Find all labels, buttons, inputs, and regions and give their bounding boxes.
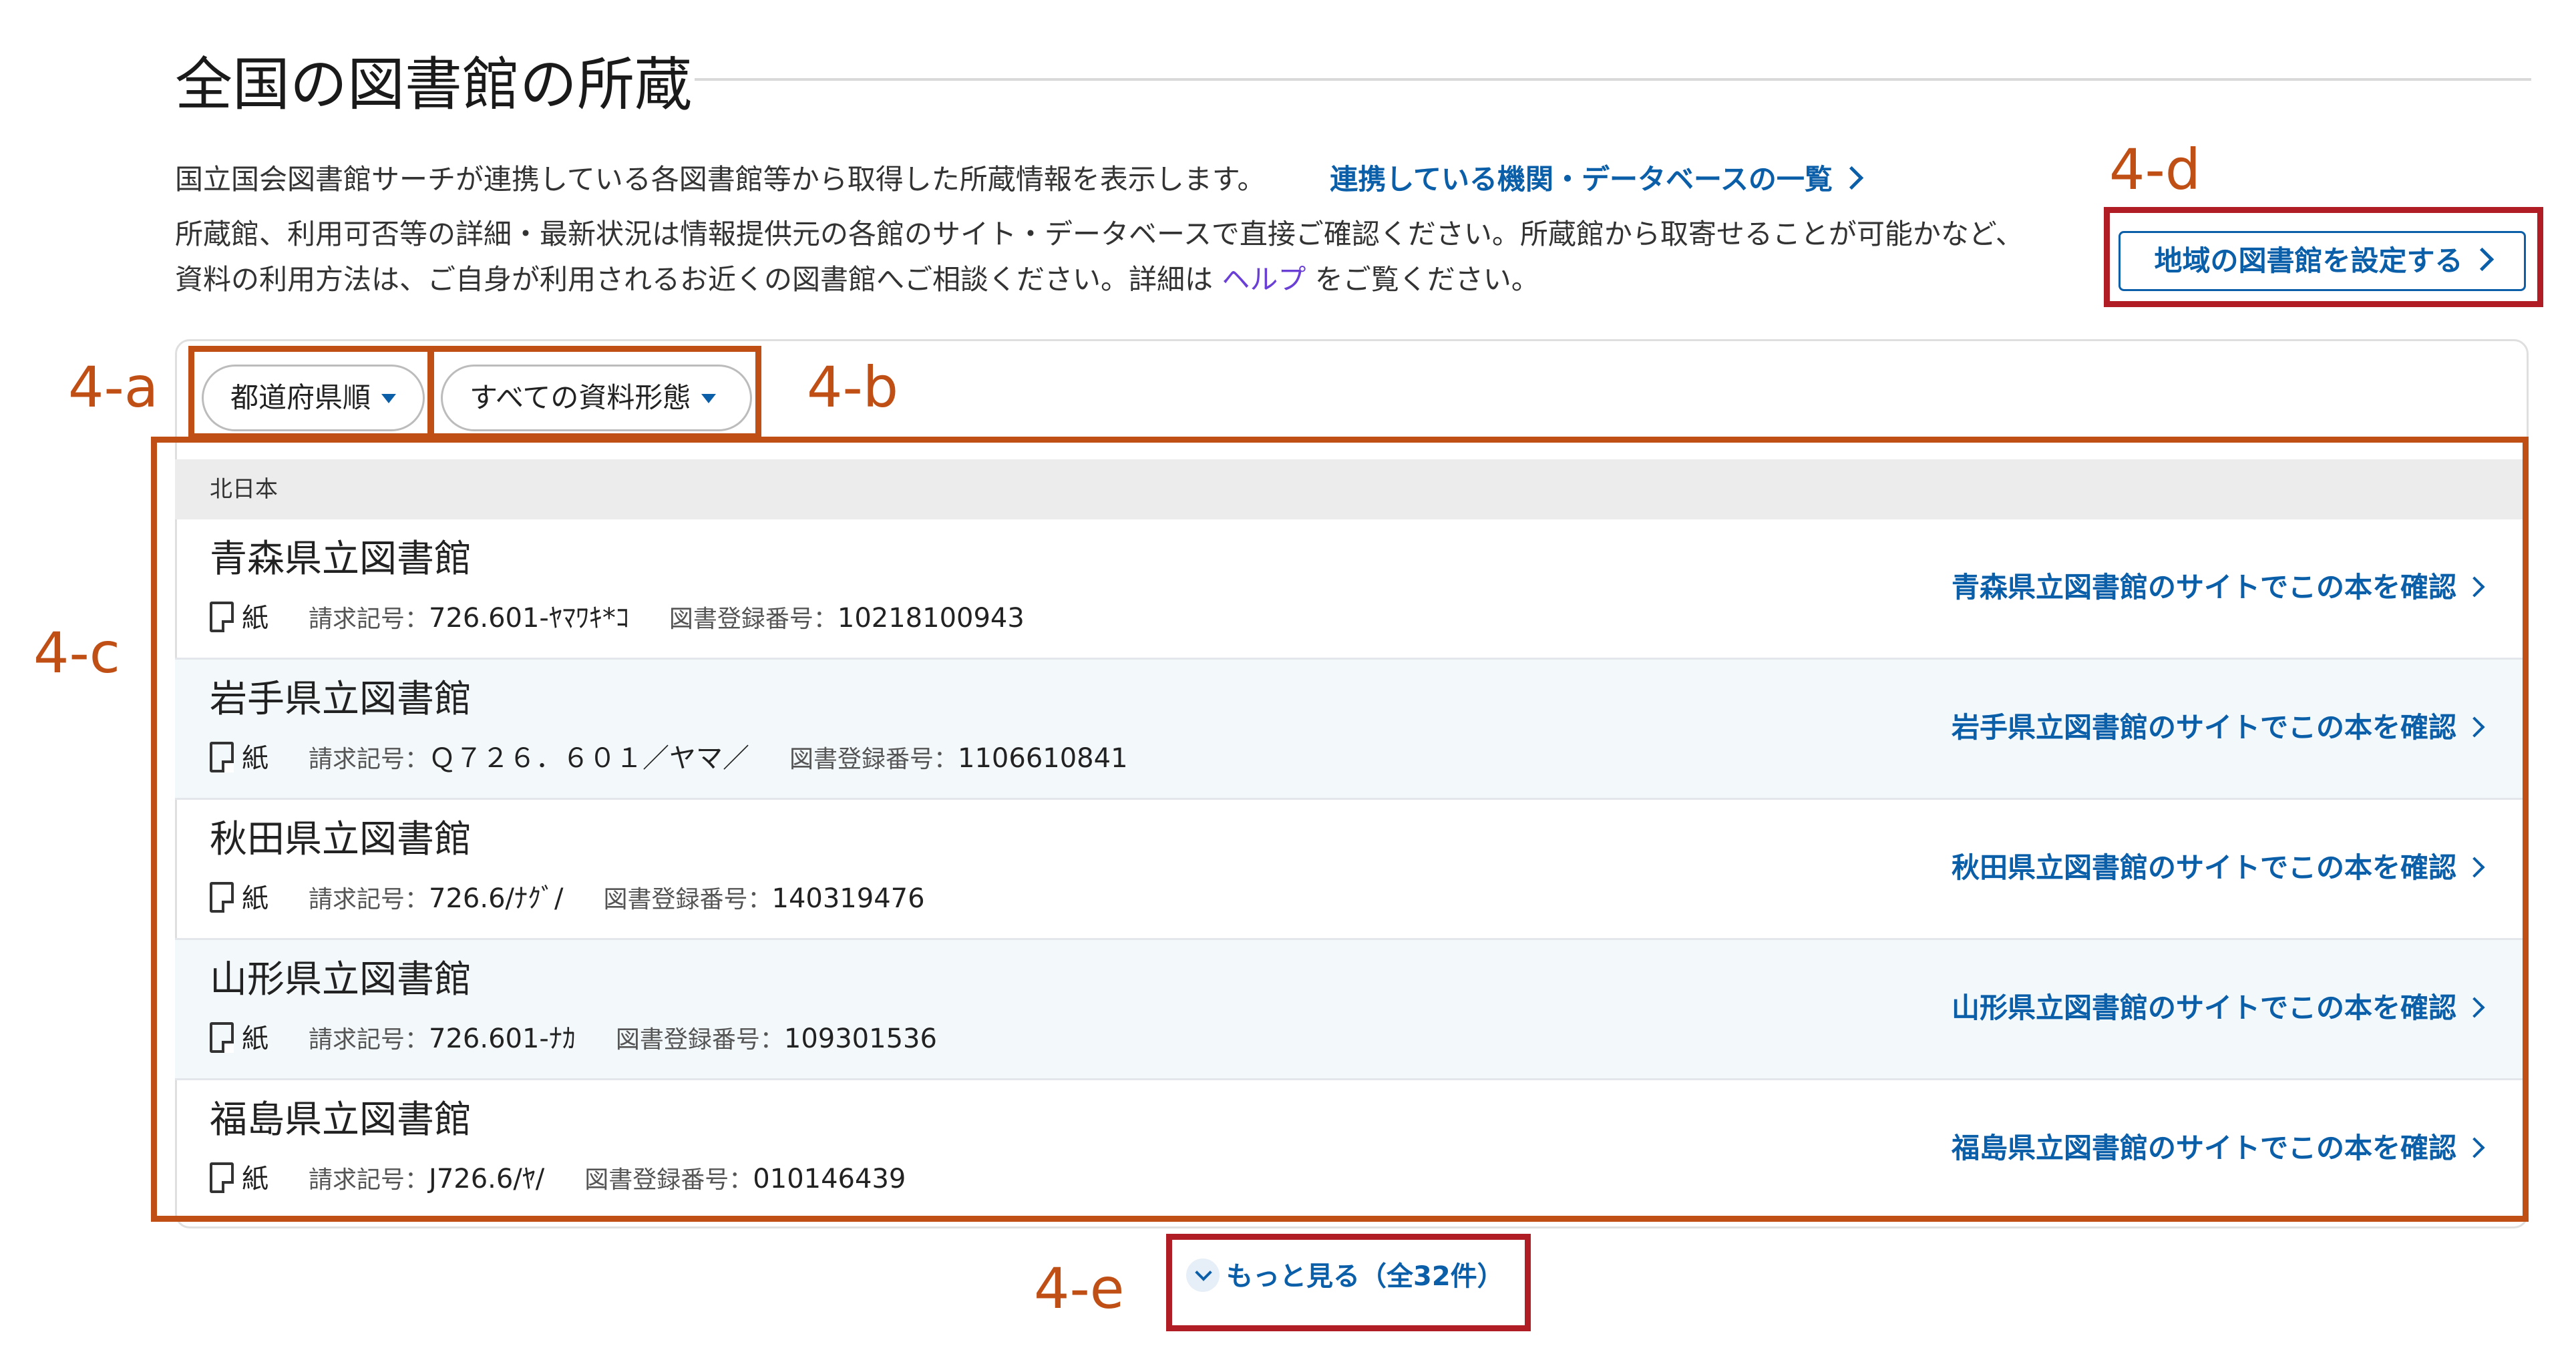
intro-line-3: 資料の利用方法は、ご自身が利用されるお近くの図書館へご相談ください。詳細は ヘル… <box>175 259 1539 300</box>
intro-line-1: 国立国会図書館サーチが連携している各図書館等から取得した所蔵情報を表示します。 … <box>175 159 1864 200</box>
annotation-label-4d: 4-d <box>2109 137 2201 202</box>
intro-text-3a: 資料の利用方法は、ご自身が利用されるお近くの図書館へご相談ください。詳細は <box>175 263 1214 296</box>
intro-text-3b: をご覧ください。 <box>1314 263 1539 296</box>
annotation-label-4e: 4-e <box>1034 1256 1125 1321</box>
annotation-label-4a: 4-a <box>68 355 159 420</box>
partner-list-link-text[interactable]: 連携している機関・データベースの一覧 <box>1330 163 1833 196</box>
annotation-box-4a <box>188 346 434 439</box>
intro-text-1: 国立国会図書館サーチが連携している各図書館等から取得した所蔵情報を表示します。 <box>175 163 1266 196</box>
intro-line-2: 所蔵館、利用可否等の詳細・最新状況は情報提供元の各館のサイト・データベースで直接… <box>175 218 2024 250</box>
partner-list-link[interactable]: 連携している機関・データベースの一覧 <box>1330 163 1864 196</box>
annotation-box-4e <box>1166 1234 1531 1331</box>
section-title: 全国の図書館の所蔵 <box>175 51 692 118</box>
annotation-label-4b: 4-b <box>807 355 899 420</box>
annotation-box-4d <box>2104 207 2543 307</box>
help-link[interactable]: ヘルプ <box>1222 263 1306 296</box>
annotation-label-4c: 4-c <box>33 620 120 686</box>
title-divider <box>695 78 2531 81</box>
chevron-right-icon <box>1839 166 1864 190</box>
annotation-box-4b <box>427 346 761 439</box>
annotation-box-4c <box>151 437 2529 1222</box>
